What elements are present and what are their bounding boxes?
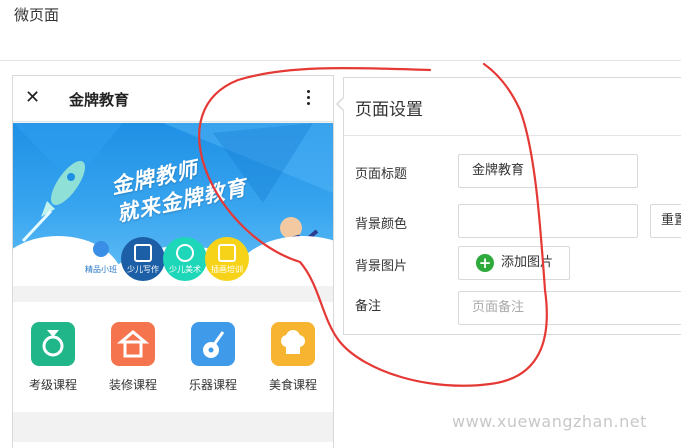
watermark: www.xuewangzhan.net [452,412,647,431]
category-instrument[interactable]: 乐器课程 [178,322,248,393]
bg-image-label: 背景图片 [355,259,408,274]
section-gap [13,412,333,442]
banner-image[interactable]: 金牌教师 就来金牌教育 精品小班 少儿写作 少儿美术 插画培训 [13,123,333,286]
reset-color-button[interactable]: 重置 [650,204,681,238]
house-icon [111,322,155,366]
palette-icon [176,244,194,262]
add-image-label: 添加图片 [501,255,554,270]
bg-color-input[interactable] [458,204,638,238]
top-divider [0,60,681,61]
page: 微页面 ✕ 金牌教育 金牌教师 就来金牌教育 精品小班 少儿写作 少儿美术 插画… [0,0,681,448]
plus-circle-icon: + [476,254,494,272]
note-label: 备注 [355,299,382,314]
badge-illustration: 插画培训 [205,237,249,281]
pencil-icon [93,241,109,257]
add-image-button[interactable]: + 添加图片 [458,246,570,280]
chef-hat-icon [271,322,315,366]
rocket-icon [21,160,86,243]
category-cuisine[interactable]: 美食课程 [258,322,328,393]
badge-writing: 少儿写作 [121,237,165,281]
panel-divider [344,135,681,136]
category-decoration[interactable]: 装修课程 [98,322,168,393]
more-vertical-icon[interactable] [303,87,313,109]
badge-small-class: 精品小班 [79,237,123,281]
page-title: 微页面 [14,6,60,24]
page-settings-panel: 页面设置 页面标题 金牌教育 背景颜色 重置 背景图片 + 添加图片 备注 页面… [343,77,681,335]
category-nav: 考级课程 装修课程 乐器课程 美食课程 [13,302,333,412]
panel-title: 页面设置 [355,100,423,120]
close-icon[interactable]: ✕ [25,88,43,108]
medal-icon [31,322,75,366]
next-section [13,442,333,448]
guitar-icon [191,322,235,366]
category-exam[interactable]: 考级课程 [18,322,88,393]
page-title-input[interactable]: 金牌教育 [458,154,638,188]
page-title-label: 页面标题 [355,167,408,182]
bg-color-label: 背景颜色 [355,217,408,232]
badge-art: 少儿美术 [163,237,207,281]
monitor-icon [218,244,236,262]
section-gap [13,288,333,302]
phone-preview: ✕ 金牌教育 金牌教师 就来金牌教育 精品小班 少儿写作 少儿美术 插画培训 考… [12,75,334,448]
note-input[interactable]: 页面备注 [458,291,681,325]
phone-title: 金牌教育 [69,91,130,109]
panel-pointer-inner [338,97,345,111]
phone-header: ✕ 金牌教育 [13,76,333,122]
notebook-icon [134,244,152,262]
